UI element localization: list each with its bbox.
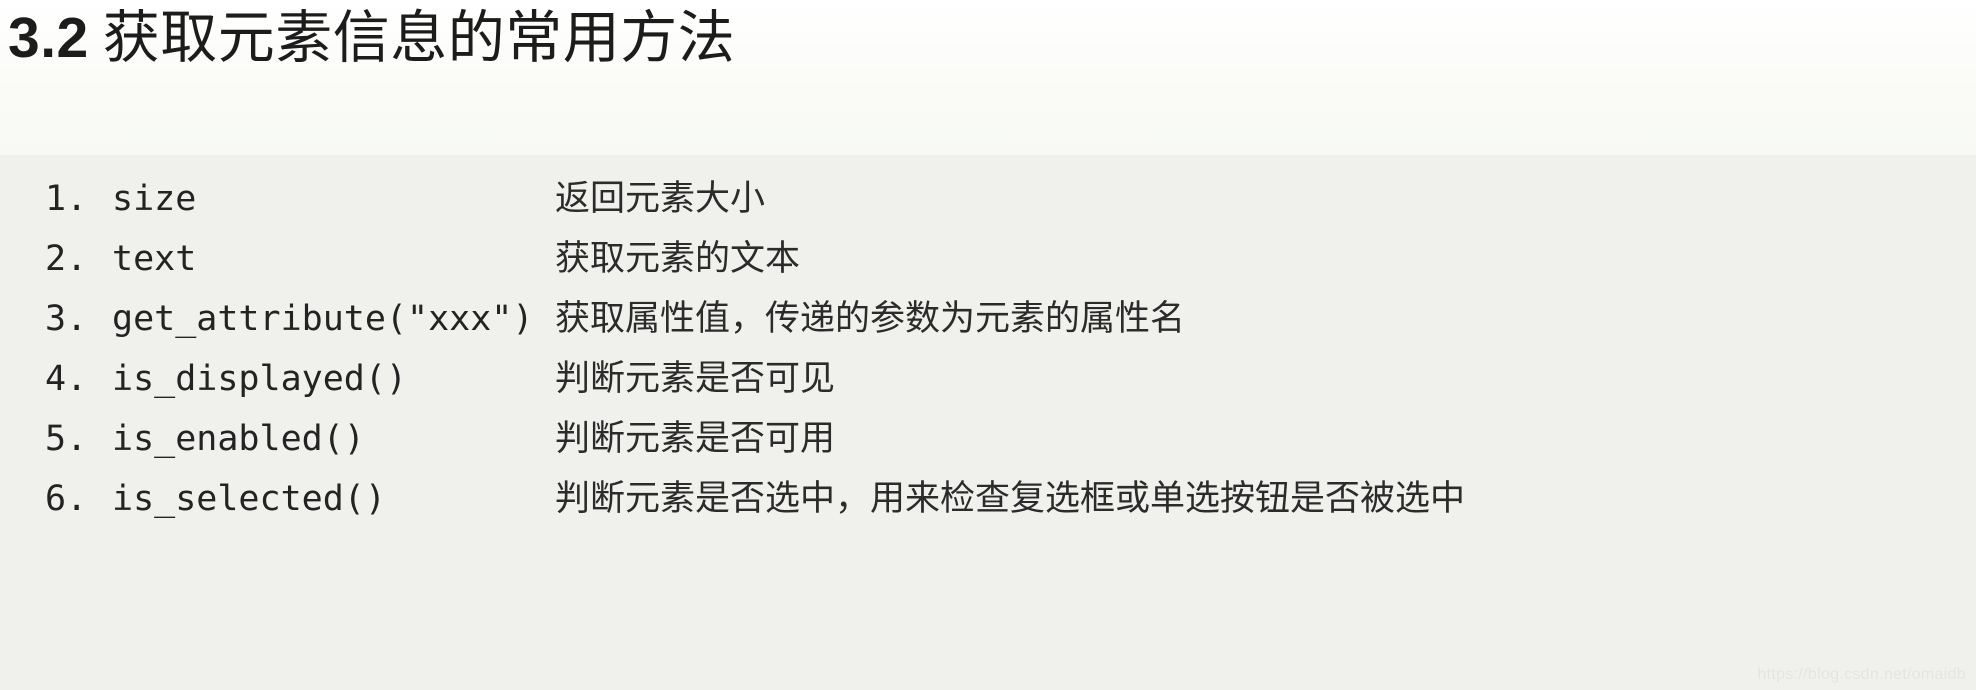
row-index: 3. bbox=[45, 299, 88, 339]
method-name: is_enabled() bbox=[112, 419, 365, 459]
method-row: 5. is_enabled() 判断元素是否可用 bbox=[0, 409, 1976, 469]
method-row: 4. is_displayed() 判断元素是否可见 bbox=[0, 349, 1976, 409]
method-description: 获取元素的文本 bbox=[555, 239, 801, 279]
document-header: 3.2 获取元素信息的常用方法 bbox=[0, 0, 1976, 155]
method-name: text bbox=[112, 239, 197, 279]
method-description: 返回元素大小 bbox=[555, 179, 766, 219]
method-description: 获取属性值，传递的参数为元素的属性名 bbox=[555, 299, 1186, 339]
method-list: 1. size 返回元素大小 2. text 获取元素的文本 3. get_attribute… bbox=[0, 169, 1976, 529]
method-description: 判断元素是否可见 bbox=[555, 359, 836, 399]
method-name: get_attribute("xxx") bbox=[112, 299, 534, 339]
page-title: 3.2 获取元素信息的常用方法 bbox=[8, 2, 735, 74]
method-row: 1. size 返回元素大小 bbox=[0, 169, 1976, 229]
method-name: is_selected() bbox=[112, 479, 386, 519]
row-index: 6. bbox=[45, 479, 88, 519]
method-row: 3. get_attribute("xxx") 获取属性值，传递的参数为元素的属性名 bbox=[0, 289, 1976, 349]
row-index: 1. bbox=[45, 179, 88, 219]
method-row: 2. text 获取元素的文本 bbox=[0, 229, 1976, 289]
row-index: 2. bbox=[45, 239, 88, 279]
method-description: 判断元素是否选中，用来检查复选框或单选按钮是否被选中 bbox=[555, 479, 1466, 519]
row-index: 5. bbox=[45, 419, 88, 459]
method-description: 判断元素是否可用 bbox=[555, 419, 836, 459]
watermark: https://blog.csdn.net/omaidb bbox=[1757, 666, 1966, 683]
method-row: 6. is_selected() 判断元素是否选中，用来检查复选框或单选按钮是否被选… bbox=[0, 469, 1976, 529]
code-block: 1. size 返回元素大小 2. text 获取元素的文本 3. get_attribute… bbox=[0, 155, 1976, 690]
row-index: 4. bbox=[45, 359, 88, 399]
method-name: is_displayed() bbox=[112, 359, 408, 399]
method-name: size bbox=[112, 179, 197, 219]
section-title-text: 获取元素信息的常用方法 bbox=[102, 5, 736, 71]
section-number: 3.2 bbox=[8, 6, 89, 70]
